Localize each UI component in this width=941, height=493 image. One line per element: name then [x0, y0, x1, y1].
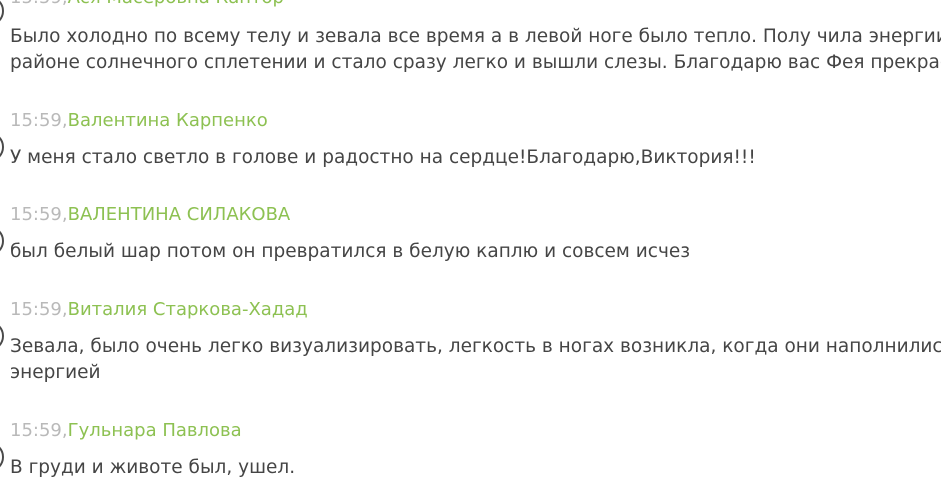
message-text-line: У меня стало светло в голове и радостно … — [10, 147, 756, 168]
avatar[interactable] — [0, 442, 4, 472]
message-header: 15:59,ВАЛЕНТИНА СИЛАКОВА — [10, 203, 290, 227]
avatar[interactable] — [0, 226, 4, 256]
message-text-line: Было холодно по всему телу и зевала все … — [10, 26, 941, 47]
message-text-line: районе солнечного сплетении и стало сраз… — [10, 52, 941, 73]
message-author[interactable]: Виталия Старкова-Хадад — [68, 299, 308, 320]
message-time: 15:59, — [10, 420, 68, 441]
message-text-line: энергией — [10, 362, 101, 383]
message-text-line: Зевала, было очень легко визуализировать… — [10, 336, 941, 357]
message-header: 15:59,Ася Масеровна Кантор — [10, 0, 284, 10]
message-text: был белый шар потом он превратился в бел… — [10, 239, 690, 265]
avatar[interactable] — [0, 0, 4, 26]
message-author[interactable]: ВАЛЕНТИНА СИЛАКОВА — [68, 204, 291, 225]
message-time: 15:59, — [10, 110, 68, 131]
message-header: 15:59,Гульнара Павлова — [10, 419, 242, 443]
message-time: 15:59, — [10, 0, 68, 8]
message-text: У меня стало светло в голове и радостно … — [10, 145, 756, 171]
message-author[interactable]: Валентина Карпенко — [68, 110, 268, 131]
message-header: 15:59,Валентина Карпенко — [10, 109, 268, 133]
message-time: 15:59, — [10, 299, 68, 320]
message-author[interactable]: Ася Масеровна Кантор — [68, 0, 284, 8]
message-text: В груди и животе был, ушел. — [10, 455, 295, 481]
message-text-line: В груди и животе был, ушел. — [10, 457, 296, 478]
message-author[interactable]: Гульнара Павлова — [68, 420, 242, 441]
chat-message-list: 15:59,Ася Масеровна Кантор Было холодно … — [0, 0, 941, 493]
message-time: 15:59, — [10, 204, 68, 225]
message-text: Было холодно по всему телу и зевала все … — [10, 24, 941, 76]
message-header: 15:59,Виталия Старкова-Хадад — [10, 298, 308, 322]
avatar[interactable] — [0, 132, 4, 162]
message-text: Зевала, было очень легко визуализировать… — [10, 334, 941, 386]
message-text-line: был белый шар потом он превратился в бел… — [10, 241, 691, 262]
avatar[interactable] — [0, 321, 4, 351]
